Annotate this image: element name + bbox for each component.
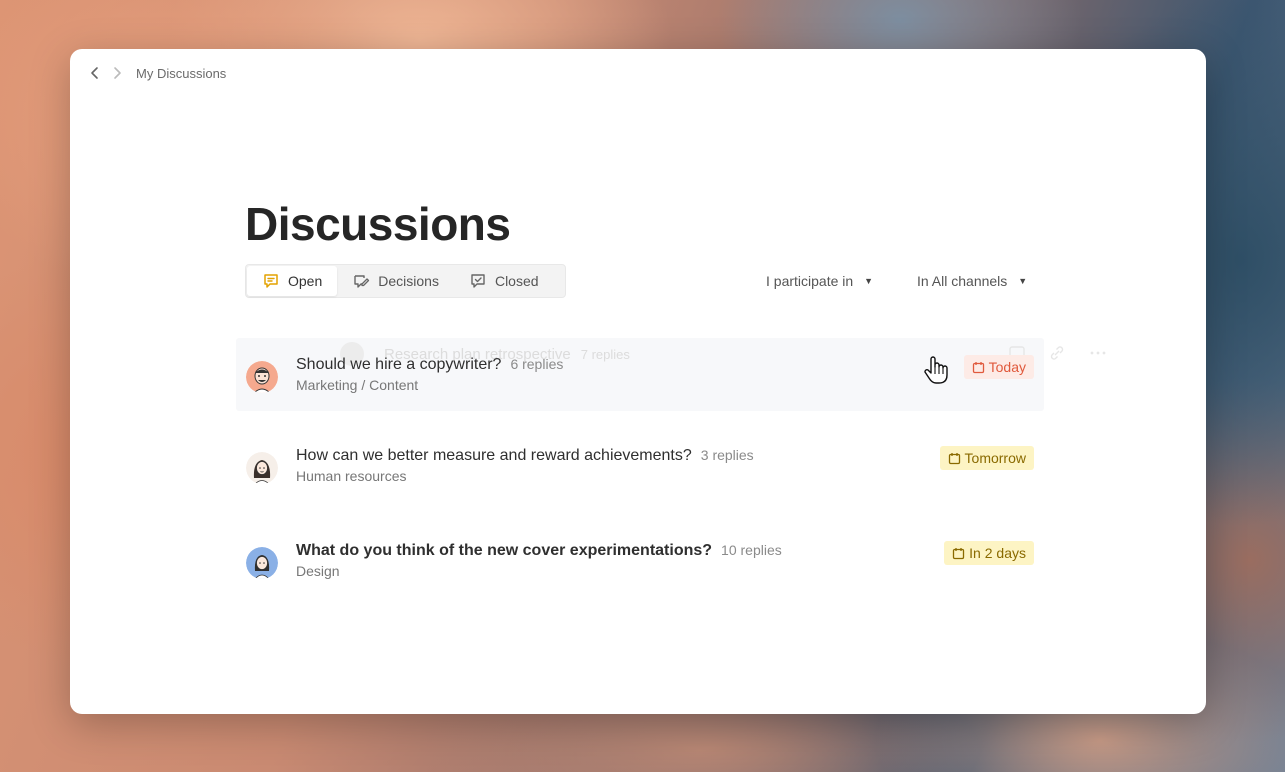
ghost-more-icon [1090, 351, 1106, 355]
channel-filter-label: In All channels [917, 273, 1008, 289]
discussion-title[interactable]: How can we better measure and reward ach… [296, 447, 692, 464]
tab-closed[interactable]: Closed [454, 266, 554, 296]
caret-down-icon: ▼ [1018, 276, 1028, 286]
decision-icon [354, 275, 370, 288]
page-title: Discussions [245, 198, 511, 250]
discussion-channel: Human resources [296, 468, 407, 484]
hand-cursor-icon [924, 356, 948, 384]
due-label: In 2 days [969, 545, 1026, 561]
tab-decisions[interactable]: Decisions [337, 266, 454, 296]
discussion-row[interactable]: What do you think of the new cover exper… [246, 540, 1034, 586]
caret-down-icon: ▼ [864, 276, 874, 286]
discussion-row[interactable]: How can we better measure and reward ach… [246, 445, 1034, 491]
tab-open-label: Open [288, 273, 323, 289]
app-window: My Discussions Discussions Open Decision… [70, 49, 1206, 714]
tab-decisions-label: Decisions [378, 273, 439, 289]
forward-button[interactable] [106, 63, 128, 83]
ghost-link-icon [1050, 346, 1064, 360]
due-label: Tomorrow [964, 450, 1026, 466]
channel-filter[interactable]: In All channels ▼ [917, 273, 1027, 289]
discussion-title[interactable]: Should we hire a copywriter? [296, 356, 501, 373]
due-badge: Today [963, 355, 1034, 379]
back-button[interactable] [84, 63, 106, 83]
reply-count: 10 replies [721, 542, 782, 558]
discussion-channel: Design [296, 563, 340, 579]
closed-check-icon [471, 274, 485, 288]
top-nav: My Discussions [84, 63, 226, 83]
woman-avatar [246, 452, 278, 484]
tab-open[interactable]: Open [247, 266, 338, 296]
reply-count: 6 replies [510, 356, 564, 372]
due-badge: Tomorrow [939, 446, 1034, 470]
reply-count: 3 replies [700, 447, 754, 463]
discussion-channel: Marketing / Content [296, 377, 419, 393]
tab-closed-label: Closed [494, 273, 539, 289]
participation-filter[interactable]: I participate in ▼ [766, 273, 873, 289]
participation-filter-label: I participate in [766, 273, 854, 289]
calendar-icon [948, 452, 960, 464]
chat-bubble-icon [264, 274, 278, 288]
discussion-title[interactable]: What do you think of the new cover exper… [296, 542, 712, 559]
due-label: Today [988, 359, 1026, 375]
calendar-icon [972, 361, 984, 373]
calendar-icon [953, 547, 965, 559]
due-badge: In 2 days [944, 541, 1034, 565]
breadcrumb[interactable]: My Discussions [136, 66, 226, 81]
chevron-right-icon [114, 67, 121, 79]
discussion-row[interactable]: Should we hire a copywriter? 6 replies Ma… [246, 354, 1034, 400]
person-avatar [246, 547, 278, 579]
man-avatar [246, 361, 278, 393]
status-tabs: Open Decisions Closed [245, 264, 566, 298]
chevron-left-icon [91, 67, 98, 79]
